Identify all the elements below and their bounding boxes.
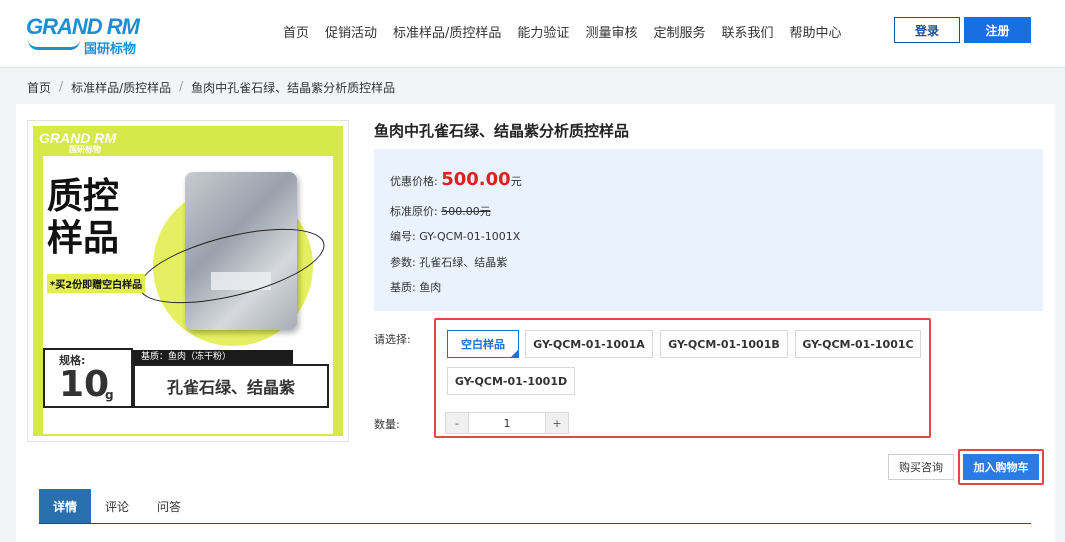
base-label: 基质: [390,281,416,294]
price-unit: 元 [510,175,522,188]
purchase-consult-button[interactable]: 购买咨询 [888,454,954,480]
register-button[interactable]: 注册 [964,17,1031,43]
image-top-band: GRAND RM 国研标物 [33,126,343,154]
image-spec-box: 规格: 10 g [43,348,133,408]
quantity-label: 数量: [374,418,400,431]
option-1001c[interactable]: GY-QCM-01-1001C [795,330,921,358]
code-label: 编号: [390,230,416,243]
param-value: 孔雀石绿、结晶紫 [419,256,508,269]
cart-highlight: 加入购物车 [958,449,1044,485]
logo-text: GRAND RM [26,14,140,39]
tab-reviews[interactable]: 评论 [91,489,143,523]
param-row: 参数: 孔雀石绿、结晶紫 [390,254,507,270]
code-row: 编号: GY-QCM-01-1001X [390,228,520,244]
code-value: GY-QCM-01-1001X [419,230,521,243]
image-base-label: 基质：鱼肉（冻干粉） [133,350,293,364]
image-title-line2: 样品 [47,218,120,259]
product-image: GRAND RM 国研标物 质控 样品 *买2份即赠空白样品 规格: 10 g 基… [33,126,343,436]
option-1001a[interactable]: GY-QCM-01-1001A [525,330,653,358]
image-promo: *买2份即赠空白样品 [47,274,146,293]
product-panel: GRAND RM 国研标物 质控 样品 *买2份即赠空白样品 规格: 10 g 基… [16,104,1055,542]
original-price-value: 500.00元 [441,205,491,218]
option-blank-sample[interactable]: 空白样品 [447,330,519,358]
price-row: 优惠价格: 500.00元 [390,169,522,190]
nav-custom-service[interactable]: 定制服务 [653,22,705,42]
spec-unit: g [105,388,114,402]
option-1001d[interactable]: GY-QCM-01-1001D [447,367,575,395]
base-value: 鱼肉 [419,281,442,294]
quantity-stepper: - 1 + [445,412,569,434]
quantity-plus-button[interactable]: + [546,413,568,433]
product-title: 鱼肉中孔雀石绿、结晶紫分析质控样品 [374,122,630,140]
spec-value: 10 [59,364,110,405]
quantity-minus-button[interactable]: - [446,413,468,433]
nav-help[interactable]: 帮助中心 [789,22,841,42]
site-logo[interactable]: GRAND RM 国研标物 [26,14,146,57]
image-product-name: 孔雀石绿、结晶紫 [133,364,329,408]
tab-qa[interactable]: 问答 [143,489,195,523]
nav-measurement-audit[interactable]: 测量审核 [585,22,637,42]
price-label: 优惠价格: [390,175,438,188]
logo-swoosh [28,40,80,50]
breadcrumb-home[interactable]: 首页 [27,79,51,96]
original-price-row: 标准原价: 500.00元 [390,203,491,219]
nav-contact[interactable]: 联系我们 [721,22,773,42]
detail-tabs: 详情 评论 问答 [39,489,1031,524]
original-price-label: 标准原价: [390,205,438,218]
login-button[interactable]: 登录 [894,17,960,43]
price-value: 500.00 [441,169,511,190]
select-label: 请选择: [374,333,411,346]
image-title: 质控 样品 [47,176,119,260]
quantity-input[interactable]: 1 [468,413,546,433]
nav-promotions[interactable]: 促销活动 [325,22,377,42]
breadcrumb: 首页 / 标准样品/质控样品 / 鱼肉中孔雀石绿、结晶紫分析质控样品 [27,79,395,96]
breadcrumb-category[interactable]: 标准样品/质控样品 [71,79,171,96]
site-header: GRAND RM 国研标物 首页 促销活动 标准样品/质控样品 能力验证 测量审… [0,0,1065,68]
option-selector: 空白样品 GY-QCM-01-1001A GY-QCM-01-1001B GY-… [434,318,931,438]
image-title-line1: 质控 [47,176,120,217]
tab-details[interactable]: 详情 [39,489,92,523]
product-image-frame: GRAND RM 国研标物 质控 样品 *买2份即赠空白样品 规格: 10 g 基… [27,120,349,442]
nav-proficiency[interactable]: 能力验证 [517,22,569,42]
breadcrumb-current: 鱼肉中孔雀石绿、结晶紫分析质控样品 [191,81,396,95]
add-to-cart-button[interactable]: 加入购物车 [963,454,1039,480]
main-nav: 首页 促销活动 标准样品/质控样品 能力验证 测量审核 定制服务 联系我们 帮助… [283,22,858,42]
breadcrumb-separator: / [179,79,184,93]
image-logo: GRAND RM 国研标物 [39,130,116,155]
nav-home[interactable]: 首页 [283,22,309,42]
param-label: 参数: [390,256,416,269]
logo-subtext: 国研标物 [84,42,137,57]
base-row: 基质: 鱼肉 [390,279,441,295]
breadcrumb-separator: / [59,79,64,93]
product-info-box: 优惠价格: 500.00元 标准原价: 500.00元 编号: GY-QCM-0… [374,149,1043,311]
option-1001b[interactable]: GY-QCM-01-1001B [660,330,788,358]
nav-standard-samples[interactable]: 标准样品/质控样品 [393,22,501,42]
